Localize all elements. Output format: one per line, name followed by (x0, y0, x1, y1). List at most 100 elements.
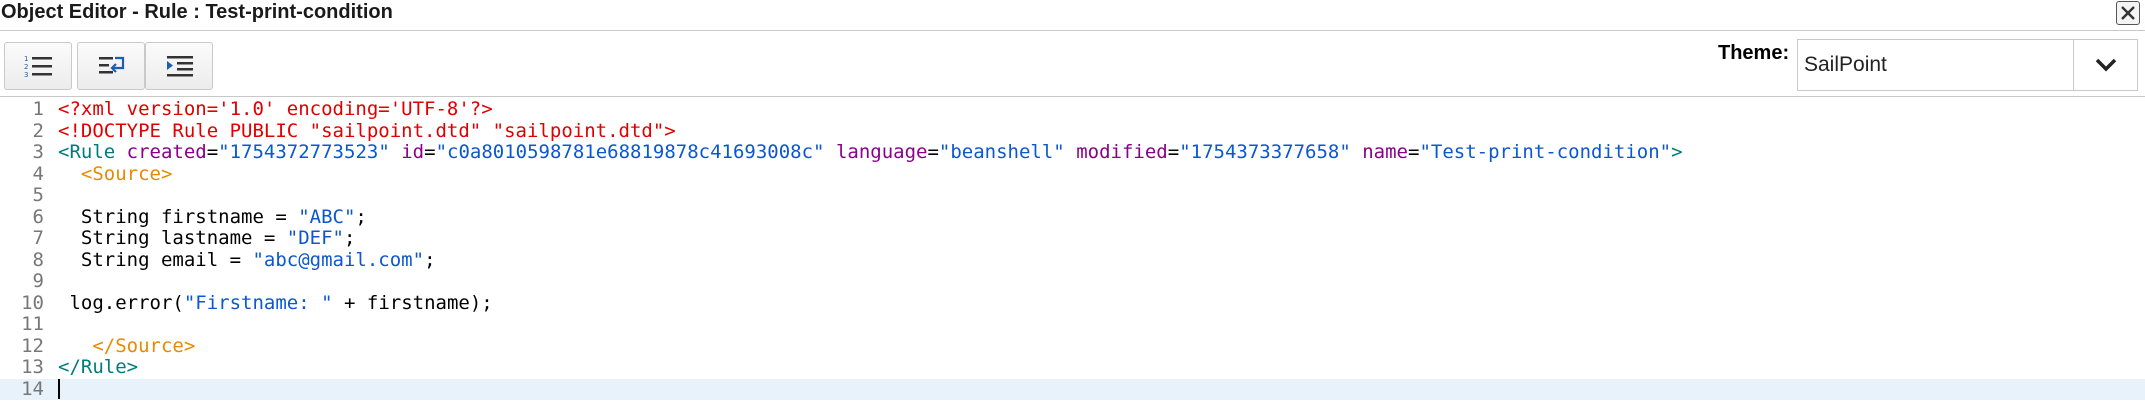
code-text: String firstname = "ABC"; (58, 205, 367, 229)
line-number: 6 (32, 205, 44, 228)
code-line[interactable]: 1 <?xml version='1.0' encoding='UTF-8'?> (0, 98, 2145, 121)
code-token: "beanshell" (938, 141, 1065, 163)
line-number: 8 (32, 248, 44, 271)
svg-text:2: 2 (24, 63, 28, 71)
code-line[interactable]: 4 <Source> (0, 162, 2145, 186)
svg-text:3: 3 (24, 71, 28, 79)
code-token: = (1167, 141, 1180, 163)
close-button[interactable] (2116, 1, 2140, 25)
svg-text:1: 1 (24, 55, 28, 63)
wrap-text-icon (99, 56, 125, 74)
code-token: String email = (58, 248, 253, 271)
code-token: <Rule (58, 141, 127, 163)
code-token: = (206, 141, 219, 163)
code-token: <?xml version='1.0' encoding='UTF-8'?> (58, 98, 493, 120)
code-token: "ABC" (298, 205, 356, 228)
line-number: 12 (21, 334, 44, 357)
theme-value: SailPoint (1804, 53, 1887, 76)
code-text: <!DOCTYPE Rule PUBLIC "sailpoint.dtd" "s… (58, 119, 676, 143)
editor-toolbar: 1 2 3 Theme: SailPoint (0, 31, 2145, 97)
code-token: = (927, 141, 939, 163)
line-number: 11 (21, 313, 44, 335)
line-number: 5 (32, 184, 44, 206)
code-editor[interactable]: 1 <?xml version='1.0' encoding='UTF-8'?> 2… (0, 97, 2145, 409)
code-line[interactable]: 5 (0, 184, 2145, 207)
code-token: "1754373377658" (1179, 141, 1351, 163)
window-title: Object Editor - Rule : Test-print-condit… (1, 1, 393, 23)
code-token: String lastname = (58, 227, 287, 249)
code-line[interactable]: 6 String firstname = "ABC"; (0, 205, 2145, 229)
line-number: 4 (32, 162, 44, 185)
window-titlebar: Object Editor - Rule : Test-print-condit… (0, 0, 2145, 31)
code-text: log.error("Firstname: " + firstname); (58, 291, 493, 315)
code-token: "Test-print-condition" (1419, 141, 1672, 163)
line-number: 7 (32, 227, 44, 249)
chevron-down-icon (2095, 58, 2117, 72)
code-token: = (1408, 141, 1420, 163)
code-text: </Source> (58, 334, 196, 358)
indent-icon (167, 56, 193, 77)
code-line[interactable]: 14 (0, 377, 2145, 402)
code-line[interactable]: 8 String email = "abc@gmail.com"; (0, 248, 2145, 272)
theme-select[interactable]: SailPoint (1797, 39, 2138, 91)
line-number: 9 (32, 270, 44, 292)
line-number: 2 (32, 119, 44, 142)
code-token: "Firstname: " (183, 291, 333, 314)
code-token: + firstname); (332, 291, 493, 314)
line-number: 10 (21, 291, 44, 314)
code-line[interactable]: 9 (0, 270, 2145, 293)
code-line[interactable]: 7 String lastname = "DEF"; (0, 227, 2145, 250)
line-number: 3 (32, 141, 44, 163)
line-number: 1 (32, 98, 44, 120)
wrap-lines-button[interactable] (77, 42, 145, 90)
code-token: name (1362, 141, 1408, 163)
code-token: </Source> (92, 334, 196, 357)
code-token: created (126, 141, 207, 163)
code-token: "abc@gmail.com" (252, 248, 425, 271)
code-token: modified (1076, 141, 1168, 163)
line-numbers-button[interactable]: 1 2 3 (4, 42, 72, 90)
code-line[interactable]: 11 (0, 313, 2145, 336)
code-token: ; (424, 248, 436, 271)
code-token: "DEF" (286, 227, 344, 249)
theme-label: Theme: (1718, 42, 1790, 64)
code-token: "c0a8010598781e68819878c41693008c" (435, 141, 825, 163)
code-token: = (424, 141, 436, 163)
code-text (58, 378, 60, 402)
code-text: String lastname = "DEF"; (58, 227, 356, 250)
code-line[interactable]: 2 <!DOCTYPE Rule PUBLIC "sailpoint.dtd" "… (0, 119, 2145, 143)
indent-button[interactable] (145, 42, 213, 90)
code-text: <Rule created="1754372773523" id="c0a801… (58, 141, 1683, 164)
code-token: log.error( (58, 291, 184, 314)
code-token: > (1671, 141, 1683, 163)
text-cursor (58, 378, 60, 399)
code-token: </Rule> (58, 356, 139, 378)
code-token: ; (355, 205, 367, 228)
line-number: 14 (21, 377, 44, 400)
code-line[interactable]: 10 log.error("Firstname: " + firstname); (0, 291, 2145, 315)
code-token: <!DOCTYPE Rule PUBLIC "sailpoint.dtd" "s… (58, 119, 676, 142)
code-token: <Source> (80, 162, 173, 185)
code-text: <Source> (58, 162, 173, 186)
code-text: </Rule> (58, 356, 139, 379)
code-line[interactable]: 13 </Rule> (0, 356, 2145, 379)
code-token: "1754372773523" (218, 141, 390, 163)
code-text: String email = "abc@gmail.com"; (58, 248, 436, 272)
code-token: ; (343, 227, 356, 249)
code-text: <?xml version='1.0' encoding='UTF-8'?> (58, 98, 493, 121)
code-token: String firstname = (58, 205, 299, 228)
code-line[interactable]: 3 <Rule created="1754372773523" id="c0a80… (0, 141, 2145, 164)
numbered-list-icon: 1 2 3 (24, 55, 52, 79)
code-token: id (401, 141, 425, 163)
line-number: 13 (21, 356, 44, 378)
theme-dropdown-button[interactable] (2073, 40, 2137, 90)
close-icon (2121, 6, 2135, 20)
code-token: language (835, 141, 928, 163)
code-line[interactable]: 12 </Source> (0, 334, 2145, 358)
